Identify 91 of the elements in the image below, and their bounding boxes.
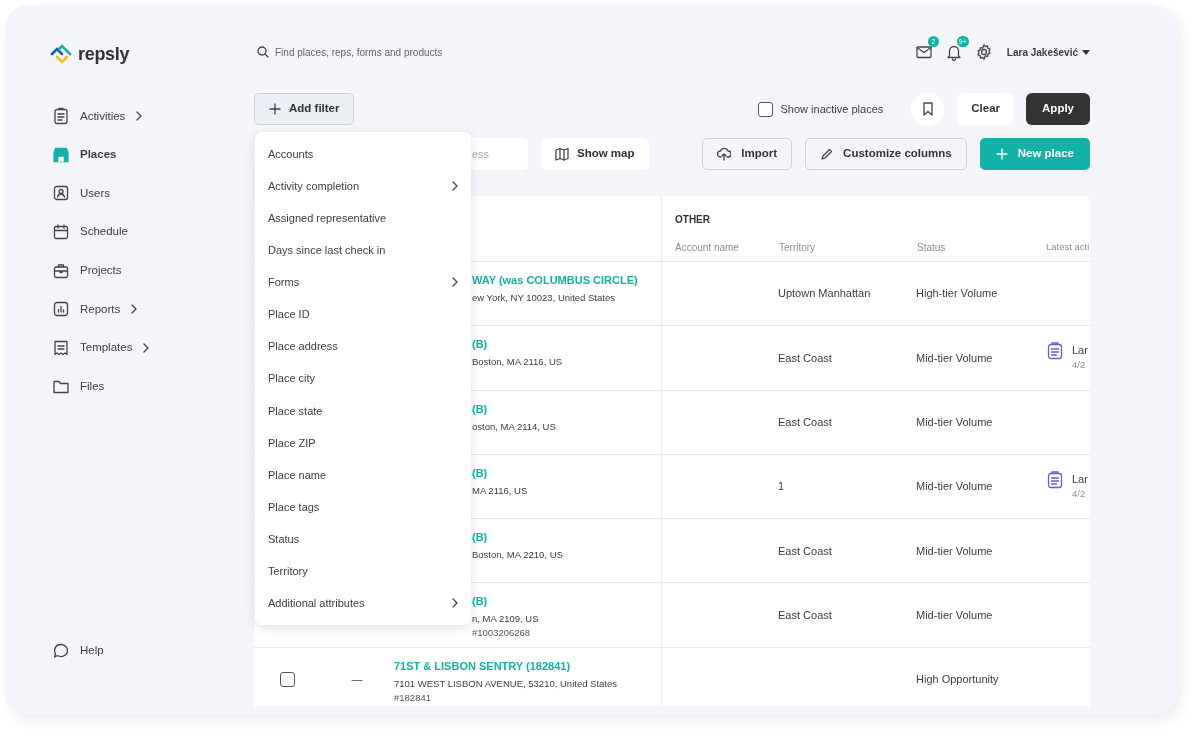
show-map-button[interactable]: Show map [541, 138, 649, 170]
row-checkbox[interactable] [279, 671, 295, 687]
caret-icon [1082, 49, 1090, 55]
receipt-icon [52, 338, 70, 357]
place-address: MA 2116, US [472, 483, 529, 498]
place-address: Boston, MA 2210, US [472, 548, 564, 563]
menu-item[interactable]: Additional attributes [255, 587, 471, 620]
table-cell-text: Mid-tier Volume [916, 607, 993, 623]
map-icon [555, 147, 569, 161]
chart-icon [52, 300, 70, 319]
place-address: n, MA 2109, US [472, 612, 540, 627]
menu-item[interactable]: Place address [255, 330, 471, 363]
customize-columns-button[interactable]: Customize columns [805, 138, 967, 170]
apply-button[interactable]: Apply [1026, 93, 1090, 125]
table-cell-text: East Coast [778, 415, 832, 430]
table-cell-text: Mid-tier Volume [916, 415, 993, 430]
sidebar-item[interactable]: Users [50, 174, 254, 213]
place-address: 7101 WEST LISBON AVENUE, 53210, United States [394, 676, 618, 691]
table-cell-text: High-tier Volume [916, 286, 998, 302]
activity-date: 4/2 [1072, 486, 1087, 501]
calendar-icon [52, 223, 70, 242]
column-header: Territory [779, 241, 817, 255]
sidebar-item[interactable]: Places [50, 135, 254, 175]
activity-user: Lar [1072, 471, 1088, 487]
menu-item[interactable]: Assigned representative [255, 202, 471, 235]
table-cell-text: Uptown Manhattan [778, 286, 871, 302]
menu-item[interactable]: Place ZIP [255, 426, 471, 459]
menu-item[interactable]: Forms [255, 266, 471, 299]
add-filter-button[interactable]: Add filter [254, 93, 355, 125]
table-cell-text: High Opportunity [916, 672, 999, 688]
plus-icon [269, 103, 281, 115]
checkbox[interactable] [757, 101, 773, 117]
mail-icon[interactable] [914, 43, 933, 61]
bell-icon[interactable] [944, 43, 963, 61]
checkbox-label: Show inactive places [780, 101, 884, 117]
column-header: Latest acti [1046, 240, 1090, 254]
clipboard-icon [52, 107, 70, 126]
logo-text: repsly [78, 42, 130, 66]
search-icon [257, 46, 269, 58]
import-button[interactable]: Import [702, 138, 793, 170]
menu-item[interactable]: Days since last check in [255, 234, 471, 267]
menu-item[interactable]: Territory [255, 555, 471, 588]
sidebar-item[interactable]: Files [50, 367, 254, 406]
bookmark-button[interactable] [911, 92, 945, 126]
activity-date: 4/2 [1072, 358, 1087, 373]
menu-item[interactable]: Status [255, 523, 471, 556]
user-icon [52, 184, 70, 203]
chat-bubble-icon [52, 641, 70, 660]
menu-item[interactable]: Place name [255, 458, 471, 492]
bookmark-icon [921, 102, 934, 116]
table-cell-text: — [351, 672, 363, 688]
menu-item[interactable]: Place ID [255, 298, 471, 331]
place-address: ew York, NY 10023, United States [472, 291, 616, 305]
cloud-upload-icon [717, 147, 732, 161]
global-search-field[interactable]: Find places, reps, forms and products [254, 44, 443, 60]
column-header: Account name [674, 241, 740, 255]
pencil-icon [820, 147, 834, 161]
place-id: #1003206268 [472, 627, 532, 640]
activity-user: Lar [1072, 343, 1088, 359]
sidebar-item[interactable]: Projects [50, 251, 254, 290]
place-address: Boston, MA 2116, US [472, 355, 564, 370]
place-id: #182841 [394, 691, 432, 704]
logo-icon [50, 43, 74, 65]
user-menu[interactable]: Lara Jakešević [1006, 44, 1090, 60]
table-cell-text: Mid-tier Volume [916, 350, 993, 366]
table-cell-text: East Coast [778, 543, 832, 559]
group-header: OTHER [674, 213, 711, 222]
menu-item[interactable]: Activity completion [255, 170, 471, 203]
place-address: oston, MA 2114, US [472, 419, 557, 434]
settings-icon[interactable] [974, 43, 993, 61]
table-cell-text: East Coast [778, 607, 832, 623]
store-icon [52, 145, 70, 164]
sidebar-item[interactable]: Activities [50, 97, 254, 136]
clipboard-icon [1047, 342, 1063, 361]
menu-item[interactable]: Accounts [255, 138, 471, 171]
briefcase-icon [52, 261, 70, 280]
menu-item[interactable]: Place city [255, 362, 471, 395]
table-cell-text: 1 [778, 479, 785, 495]
sidebar-item[interactable]: Reports [50, 289, 254, 329]
sidebar-item[interactable]: Templates [50, 328, 254, 368]
help-link[interactable]: Help [50, 631, 254, 670]
table-cell-text: Mid-tier Volume [916, 479, 993, 495]
column-header: Status [917, 241, 947, 255]
clear-button[interactable]: Clear [957, 93, 1015, 125]
menu-item[interactable]: Place tags [255, 491, 471, 524]
sidebar-item[interactable]: Schedule [50, 212, 254, 252]
clipboard-icon [1047, 470, 1063, 489]
table-cell-text: Mid-tier Volume [916, 543, 993, 559]
table-cell-text: East Coast [778, 350, 832, 366]
menu-item[interactable]: Place state [255, 394, 471, 427]
plus-icon [995, 148, 1008, 160]
